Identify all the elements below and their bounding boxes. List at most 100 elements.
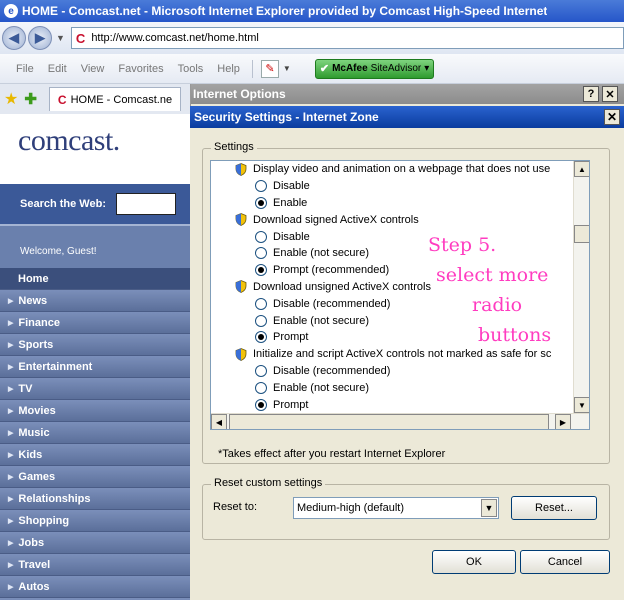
nav-item-label: Shopping bbox=[18, 514, 70, 527]
arrow-right-icon: ▶ bbox=[8, 451, 14, 459]
menu-file[interactable]: File bbox=[16, 63, 34, 75]
setting-label: Prompt bbox=[273, 331, 309, 344]
setting-radio-option[interactable]: Enable (not secure) bbox=[211, 379, 565, 396]
close-button[interactable]: ✕ bbox=[602, 86, 618, 102]
ok-button[interactable]: OK bbox=[432, 550, 516, 574]
mcafee-dropdown-icon: ▾ bbox=[424, 63, 430, 74]
setting-label: Enable (not secure) bbox=[273, 314, 369, 327]
setting-radio-option[interactable]: Disable bbox=[211, 178, 565, 195]
tab-comcast-home[interactable]: C HOME - Comcast.ne bbox=[48, 87, 182, 111]
nav-item-kids[interactable]: ▶ Kids bbox=[0, 444, 190, 466]
radio-button[interactable] bbox=[255, 247, 267, 260]
vertical-scrollbar[interactable]: ▲ ▼ bbox=[573, 161, 589, 413]
scroll-left-button[interactable]: ◀ bbox=[211, 414, 227, 429]
arrow-right-icon: ▶ bbox=[8, 429, 14, 437]
comcast-favicon-icon: C bbox=[57, 92, 67, 107]
radio-button[interactable] bbox=[255, 314, 267, 327]
back-button[interactable]: ◀ bbox=[2, 26, 26, 50]
radio-button-selected[interactable] bbox=[255, 196, 267, 209]
setting-label: Enable bbox=[273, 196, 308, 209]
cancel-button[interactable]: Cancel bbox=[520, 550, 610, 574]
nav-item-travel[interactable]: ▶ Travel bbox=[0, 554, 190, 576]
back-arrow-icon: ◀ bbox=[9, 30, 19, 45]
security-shield-icon bbox=[235, 280, 247, 294]
horizontal-scrollbar[interactable]: ◀ ▶ bbox=[211, 413, 589, 429]
radio-button-selected[interactable] bbox=[255, 264, 267, 277]
scroll-down-button[interactable]: ▼ bbox=[574, 397, 589, 413]
setting-radio-option[interactable]: Enable bbox=[211, 195, 565, 212]
history-dropdown-icon[interactable]: ▼ bbox=[56, 33, 65, 43]
setting-heading: Download signed ActiveX controls bbox=[211, 211, 565, 228]
nav-item-home[interactable]: Home bbox=[0, 268, 190, 290]
help-button[interactable]: ? bbox=[583, 86, 599, 102]
arrow-right-icon: ▶ bbox=[8, 473, 14, 481]
arrow-right-icon: ▶ bbox=[8, 297, 14, 305]
mcafee-brand: McAfee bbox=[332, 63, 368, 74]
horizontal-scroll-thumb[interactable] bbox=[229, 414, 549, 429]
arrow-right-icon: ▶ bbox=[8, 561, 14, 569]
setting-label: Disable bbox=[273, 180, 310, 193]
nav-item-label: Entertainment bbox=[18, 360, 93, 373]
security-shield-icon bbox=[235, 347, 247, 361]
nav-item-sports[interactable]: ▶ Sports bbox=[0, 334, 190, 356]
arrow-right-icon: ▶ bbox=[8, 539, 14, 547]
arrow-right-icon: ▶ bbox=[8, 517, 14, 525]
radio-button[interactable] bbox=[255, 381, 267, 394]
nav-item-tv[interactable]: ▶ TV bbox=[0, 378, 190, 400]
radio-button[interactable] bbox=[255, 230, 267, 243]
nav-item-movies[interactable]: ▶ Movies bbox=[0, 400, 190, 422]
tab-label: HOME - Comcast.ne bbox=[70, 93, 173, 106]
radio-button[interactable] bbox=[255, 364, 267, 377]
logo-area: comcast. bbox=[0, 114, 190, 184]
nav-item-games[interactable]: ▶ Games bbox=[0, 466, 190, 488]
radio-button[interactable] bbox=[255, 180, 267, 193]
arrow-right-icon: ▶ bbox=[8, 385, 14, 393]
acrobat-dropdown-icon[interactable]: ▼ bbox=[283, 64, 291, 73]
menu-help[interactable]: Help bbox=[217, 63, 240, 75]
reset-level-select[interactable]: Medium-high (default) ▼ bbox=[293, 497, 499, 519]
radio-button-selected[interactable] bbox=[255, 331, 267, 344]
comcast-logo-text: comcast. bbox=[18, 124, 120, 157]
acrobat-icon[interactable]: ✎ bbox=[260, 59, 279, 78]
menu-tools[interactable]: Tools bbox=[178, 63, 204, 75]
menu-edit[interactable]: Edit bbox=[48, 63, 67, 75]
nav-item-jobs[interactable]: ▶ Jobs bbox=[0, 532, 190, 554]
dialog-title-bar: Security Settings - Internet Zone bbox=[190, 106, 624, 128]
mcafee-siteadvisor-button[interactable]: ✔ McAfee SiteAdvisor ▾ bbox=[314, 58, 435, 79]
nav-item-autos[interactable]: ▶ Autos bbox=[0, 576, 190, 598]
add-favorite-icon[interactable]: ✚ bbox=[24, 90, 37, 108]
annotation-line-1: Step 5. bbox=[428, 234, 497, 256]
nav-item-entertainment[interactable]: ▶ Entertainment bbox=[0, 356, 190, 378]
select-dropdown-icon[interactable]: ▼ bbox=[481, 499, 497, 517]
reset-level-value: Medium-high (default) bbox=[297, 502, 404, 514]
radio-button-selected[interactable] bbox=[255, 398, 267, 411]
nav-item-news[interactable]: ▶ News bbox=[0, 290, 190, 312]
scroll-right-button[interactable]: ▶ bbox=[555, 414, 571, 429]
setting-radio-option[interactable]: Prompt bbox=[211, 396, 565, 413]
forward-button[interactable]: ▶ bbox=[28, 26, 52, 50]
nav-item-relationships[interactable]: ▶ Relationships bbox=[0, 488, 190, 510]
internet-options-title: Internet Options bbox=[193, 87, 286, 101]
vertical-scroll-thumb[interactable] bbox=[574, 225, 589, 243]
radio-button[interactable] bbox=[255, 297, 267, 310]
reset-button[interactable]: Reset... bbox=[511, 496, 597, 520]
nav-item-label: TV bbox=[18, 382, 33, 395]
dialog-close-button[interactable]: ✕ bbox=[604, 109, 620, 125]
scroll-up-button[interactable]: ▲ bbox=[574, 161, 589, 177]
address-url: http://www.comcast.net/home.html bbox=[91, 32, 259, 44]
nav-item-music[interactable]: ▶ Music bbox=[0, 422, 190, 444]
menu-view[interactable]: View bbox=[81, 63, 105, 75]
menu-bar: File Edit View Favorites Tools Help ✎ ▼ … bbox=[0, 54, 624, 84]
channel-nav: Home ▶ News ▶ Finance ▶ Sports ▶ Entertainment ▶ T… bbox=[0, 268, 190, 600]
dialog-title: Security Settings - Internet Zone bbox=[194, 110, 379, 124]
nav-item-finance[interactable]: ▶ Finance bbox=[0, 312, 190, 334]
favorites-star-icon[interactable]: ★ bbox=[4, 89, 18, 109]
menu-favorites[interactable]: Favorites bbox=[118, 63, 163, 75]
address-bar[interactable]: C http://www.comcast.net/home.html bbox=[70, 27, 624, 49]
setting-radio-option[interactable]: Disable (recommended) bbox=[211, 363, 565, 380]
comcast-logo[interactable]: comcast. bbox=[18, 124, 120, 158]
step-annotation: Step 5. select more radio buttons bbox=[428, 230, 568, 350]
search-input[interactable] bbox=[116, 193, 176, 215]
nav-item-shopping[interactable]: ▶ Shopping bbox=[0, 510, 190, 532]
nav-item-label: Movies bbox=[18, 404, 56, 417]
